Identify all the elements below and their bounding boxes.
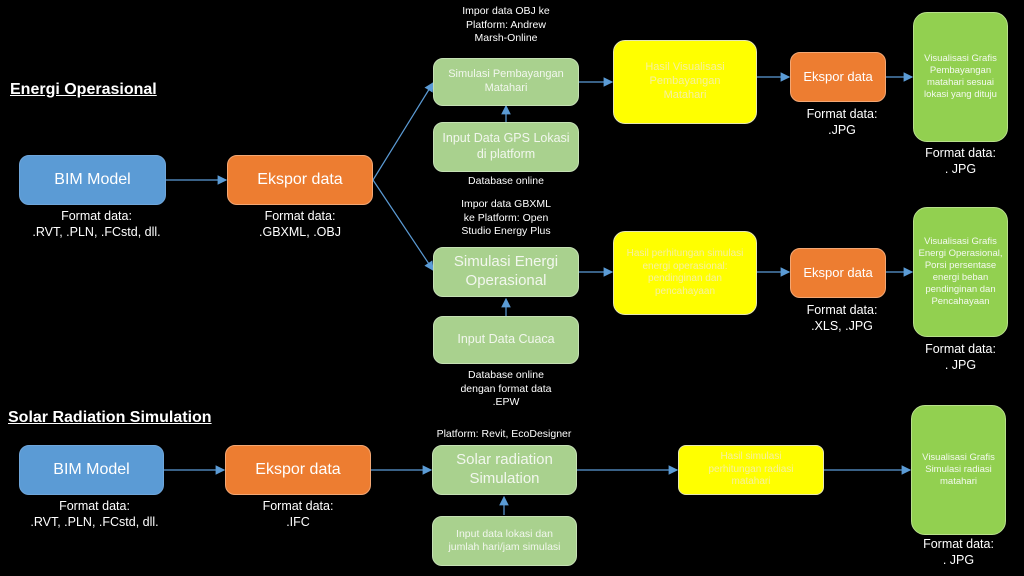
energy-export-format-caption: Format data: .XLS, .JPG [806,303,878,334]
shading-export-format-caption: Format data: .JPG [806,107,878,138]
arrow-export-to-energy [372,179,434,271]
shading-visualization-node[interactable]: Visualisasi Grafis Pembayangan matahari … [913,12,1008,142]
weather-database-note: Database online dengan format data .EPW [460,369,552,409]
bim-model-label: BIM Model [54,171,131,188]
export-format-caption: Format data: .GBXML, .OBJ [259,209,341,240]
solar-export-format-caption: Format data: .IFC [262,499,334,530]
solar-platform-note: Platform: Revit, EcoDesigner [436,428,572,440]
arrow-export-to-shading [372,81,434,181]
export-data-node[interactable]: Ekspor data [227,155,373,205]
solar-viz-format-caption: Format data: . JPG [923,537,994,568]
solar-result-node[interactable]: Hasil simulasi perhitungan radiasi matah… [678,445,824,495]
solar-simulation-node[interactable]: Solar radiation Simulation [432,445,577,495]
bim-model-node[interactable]: BIM Model [19,155,166,205]
energy-export-node[interactable]: Ekspor data [790,248,886,298]
shading-export-node[interactable]: Ekspor data [790,52,886,102]
weather-input-node[interactable]: Input Data Cuaca [433,316,579,364]
shading-result-node[interactable]: Hasil Visualisasi Pembayangan Matahari [613,40,757,124]
bim-format-caption: Format data: .RVT, .PLN, .FCstd, dll. [32,209,161,240]
solar-export-data-node[interactable]: Ekspor data [225,445,371,495]
solar-bim-model-node[interactable]: BIM Model [19,445,164,495]
location-input-node[interactable]: Input data lokasi dan jumlah hari/jam si… [432,516,577,566]
solar-visualization-node[interactable]: Visualisasi Grafis Simulasi radiasi mata… [911,405,1006,535]
energy-result-node[interactable]: Hasil perhitungan simulasi energi operas… [613,231,757,315]
shading-viz-format-caption: Format data: . JPG [925,146,996,177]
energy-viz-format-caption: Format data: . JPG [925,342,996,373]
energy-platform-note: Impor data GBXML ke Platform: Open Studi… [461,198,551,238]
export-data-label: Ekspor data [257,171,343,188]
energy-simulation-node[interactable]: Simulasi Energi Operasional [433,247,579,297]
shading-platform-note: Impor data OBJ ke Platform: Andrew Marsh… [462,5,550,45]
shading-simulation-node[interactable]: Simulasi Pembayangan Matahari [433,58,579,106]
solar-bim-format-caption: Format data: .RVT, .PLN, .FCstd, dll. [30,499,159,530]
gps-database-note: Database online [468,175,544,187]
gps-input-node[interactable]: Input Data GPS Lokasi di platform [433,122,579,172]
energy-visualization-node[interactable]: Visualisasi Grafis Energi Operasional, P… [913,207,1008,337]
section-title-solar: Solar Radiation Simulation [8,409,212,426]
section-title-energy: Energi Operasional [10,81,157,98]
